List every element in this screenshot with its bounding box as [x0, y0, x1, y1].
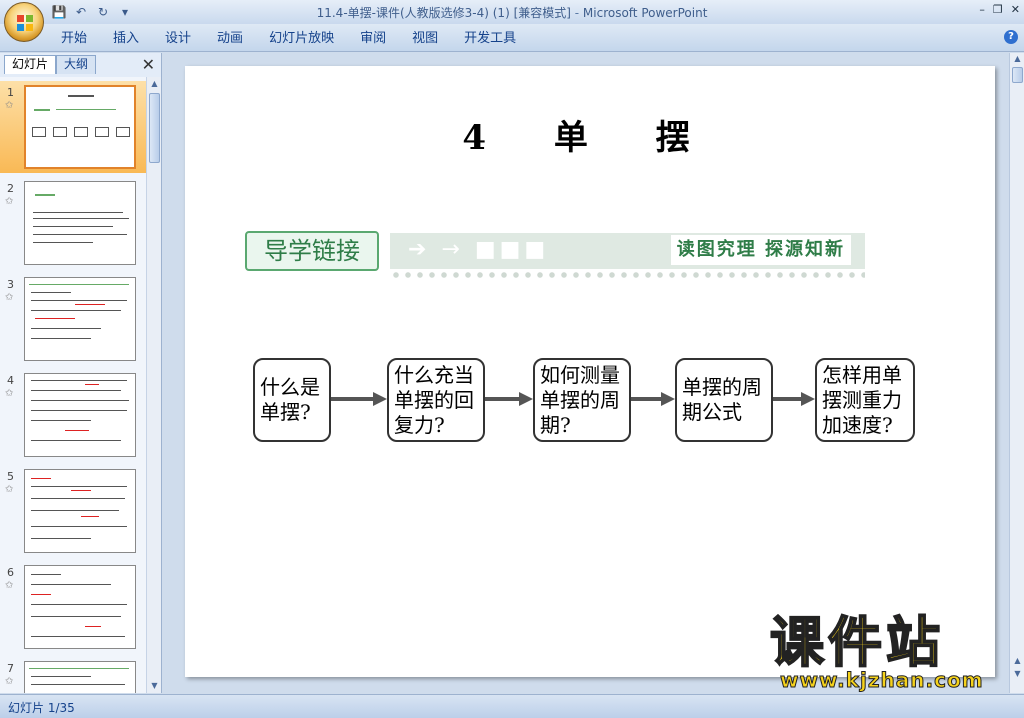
restore-button[interactable]: ❐: [993, 3, 1003, 16]
thumbnail-list: 1 ✩ 2 ✩ 3 ✩ 4 ✩ 5 ✩ 6 ✩ 7 ✩: [0, 77, 146, 693]
arrow-right-icon: [331, 392, 387, 406]
scroll-thumb[interactable]: [149, 93, 160, 163]
app-name: Microsoft PowerPoint: [582, 6, 708, 20]
slide-number: 5: [7, 470, 14, 483]
window-title: 11.4-单摆-课件(人教版选修3-4) (1) [兼容模式] - Micros…: [0, 4, 1024, 21]
tab-review[interactable]: 审阅: [347, 30, 399, 48]
office-button[interactable]: [4, 2, 44, 42]
title-bar: 💾 ↶ ↻ ▾ 11.4-单摆-课件(人教版选修3-4) (1) [兼容模式] …: [0, 0, 1024, 24]
current-slide[interactable]: 4 单 摆 导学链接 ➔ → ■■■ 读图究理 探源知新 什么是单摆? 什么充当…: [185, 66, 995, 677]
window-controls: – ❐ ✕: [979, 3, 1020, 16]
ribbon-tabs: 开始 插入 设计 动画 幻灯片放映 审阅 视图 开发工具: [48, 30, 529, 48]
status-bar: 幻灯片 1/35: [0, 694, 1024, 718]
slide-preview: [24, 85, 136, 169]
slide-preview: [24, 373, 136, 457]
scroll-thumb[interactable]: [1012, 67, 1023, 83]
tab-design[interactable]: 设计: [152, 30, 204, 48]
slide-preview: [24, 469, 136, 553]
close-panel-icon[interactable]: ✕: [142, 55, 155, 74]
tab-insert[interactable]: 插入: [100, 30, 152, 48]
tab-animations[interactable]: 动画: [204, 30, 256, 48]
slide-preview: [24, 661, 136, 693]
scroll-up-icon[interactable]: ▲: [147, 77, 162, 91]
banner-tagline: 读图究理 探源知新: [670, 235, 851, 265]
slide-preview: [24, 277, 136, 361]
watermark-logo: 课件站: [769, 610, 944, 674]
watermark: 课件站 www.kjzhan.com: [769, 610, 1010, 693]
panel-tabs: 幻灯片 大纲: [4, 55, 97, 75]
ribbon: 开始 插入 设计 动画 幻灯片放映 审阅 视图 开发工具 ?: [0, 24, 1024, 52]
scroll-down-icon[interactable]: ▼: [147, 679, 162, 693]
animation-star-icon: ✩: [5, 388, 14, 399]
slide-number: 6: [7, 566, 14, 579]
help-icon[interactable]: ?: [1004, 30, 1018, 44]
slide-number: 2: [7, 182, 14, 195]
flow-step[interactable]: 单摆的周期公式: [675, 358, 773, 442]
slide-number: 4: [7, 374, 14, 387]
slide-preview: [24, 565, 136, 649]
slides-panel: 幻灯片 大纲 ✕ 1 ✩ 2 ✩ 3 ✩ 4 ✩ 5 ✩ 6 ✩ 7 ✩ ▲ ▼: [0, 53, 162, 693]
flow-step[interactable]: 怎样用单摆测重力加速度?: [815, 358, 915, 442]
title-separator: -: [570, 6, 583, 20]
flow-step[interactable]: 如何测量单摆的周期?: [533, 358, 631, 442]
slide-scrollbar[interactable]: ▲ ▲ ▼: [1009, 53, 1024, 693]
slide-number: 1: [7, 86, 14, 99]
banner-label: 导学链接: [245, 231, 379, 271]
banner-dots: [390, 271, 865, 279]
slide-thumbnail[interactable]: 1 ✩: [0, 81, 146, 173]
watermark-url: www.kjzhan.com: [780, 668, 984, 693]
animation-star-icon: ✩: [5, 676, 14, 687]
flow-step[interactable]: 什么是单摆?: [253, 358, 331, 442]
tab-outline[interactable]: 大纲: [56, 55, 97, 74]
slide-number: 7: [7, 662, 14, 675]
slide-thumbnail[interactable]: 5 ✩: [0, 465, 146, 557]
banner-arrows: ➔ → ■■■: [408, 237, 550, 262]
tab-slideshow[interactable]: 幻灯片放映: [256, 30, 347, 48]
slide-editing-area: 4 单 摆 导学链接 ➔ → ■■■ 读图究理 探源知新 什么是单摆? 什么充当…: [163, 53, 1009, 693]
slide-preview: [24, 181, 136, 265]
minimize-button[interactable]: –: [979, 3, 985, 16]
animation-star-icon: ✩: [5, 196, 14, 207]
next-slide-icon[interactable]: ▼: [1010, 668, 1024, 680]
slide-thumbnail[interactable]: 2 ✩: [0, 177, 146, 269]
slide-thumbnail[interactable]: 4 ✩: [0, 369, 146, 461]
slide-title[interactable]: 4 单 摆: [185, 110, 995, 159]
banner-strip: ➔ → ■■■ 读图究理 探源知新: [390, 233, 865, 269]
arrow-right-icon: [631, 392, 675, 406]
tab-home[interactable]: 开始: [48, 30, 100, 48]
thumbnail-scrollbar[interactable]: ▲ ▼: [146, 77, 161, 693]
slide-thumbnail[interactable]: 6 ✩: [0, 561, 146, 653]
flow-step[interactable]: 什么充当单摆的回复力?: [387, 358, 485, 442]
tab-view[interactable]: 视图: [399, 30, 451, 48]
animation-star-icon: ✩: [5, 484, 14, 495]
arrow-right-icon: [485, 392, 533, 406]
slide-number: 3: [7, 278, 14, 291]
slide-thumbnail[interactable]: 3 ✩: [0, 273, 146, 365]
animation-star-icon: ✩: [5, 580, 14, 591]
flowchart: 什么是单摆? 什么充当单摆的回复力? 如何测量单摆的周期? 单摆的周期公式 怎样…: [253, 358, 915, 442]
previous-slide-icon[interactable]: ▲: [1010, 655, 1024, 667]
scroll-up-icon[interactable]: ▲: [1010, 53, 1024, 65]
animation-star-icon: ✩: [5, 100, 14, 111]
slide-counter: 幻灯片 1/35: [8, 701, 75, 715]
animation-star-icon: ✩: [5, 292, 14, 303]
arrow-right-icon: [773, 392, 815, 406]
guide-banner: 导学链接 ➔ → ■■■ 读图究理 探源知新: [245, 231, 865, 279]
office-logo-icon: [17, 15, 33, 31]
slide-thumbnail[interactable]: 7 ✩: [0, 657, 146, 693]
close-window-button[interactable]: ✕: [1011, 3, 1020, 16]
tab-slides[interactable]: 幻灯片: [4, 55, 57, 74]
tab-developer[interactable]: 开发工具: [451, 30, 529, 48]
document-name: 11.4-单摆-课件(人教版选修3-4) (1) [兼容模式]: [316, 6, 571, 20]
